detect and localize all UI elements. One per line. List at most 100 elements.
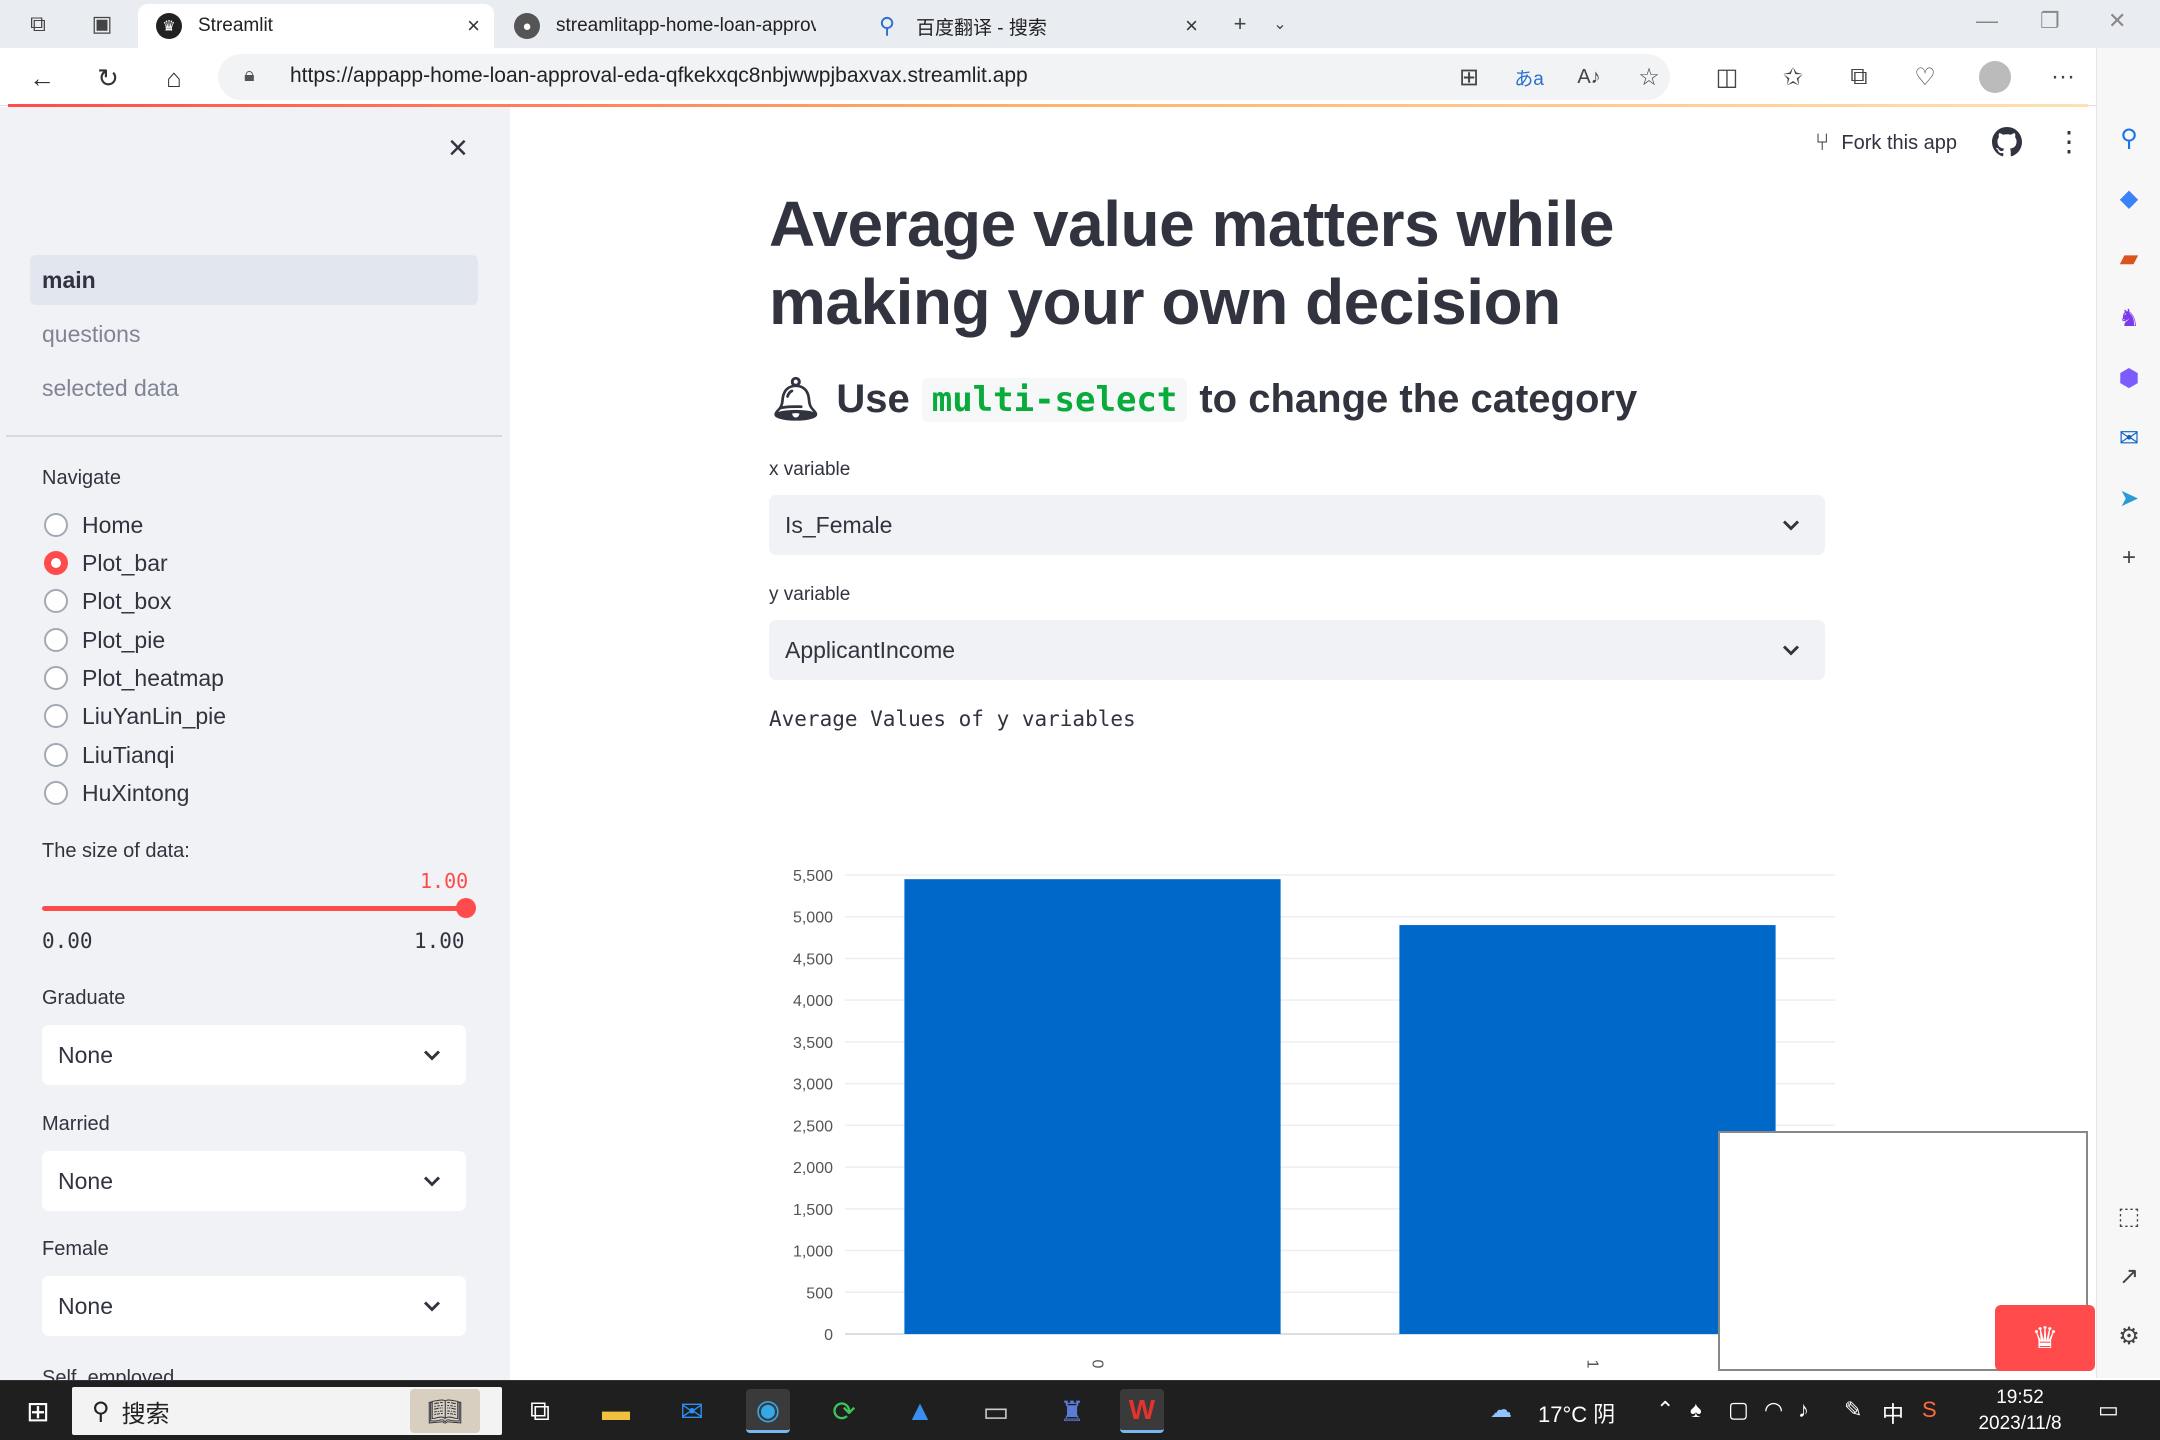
weather-text[interactable]: 17°C 阴 <box>1538 1397 1615 1429</box>
tray-chevron-icon[interactable]: ⌃ <box>1656 1397 1674 1423</box>
select-value: Is_Female <box>785 511 893 538</box>
tab-github[interactable]: ● streamlitapp-home-loan-approv <box>496 4 852 48</box>
more-options-icon[interactable]: ··· <box>2044 58 2082 96</box>
female-select[interactable]: None <box>42 1276 466 1336</box>
sidebar-page-main[interactable]: main <box>30 255 478 305</box>
task-view-icon[interactable]: ⧉ <box>518 1389 562 1433</box>
lock-icon[interactable]: 🔒︎ <box>244 64 255 87</box>
main-menu-icon[interactable]: ⋮ <box>2055 125 2083 158</box>
radio-plot-heatmap[interactable]: Plot_heatmap <box>44 661 224 695</box>
x-variable-select[interactable]: Is_Female <box>769 495 1825 555</box>
terminal-icon[interactable]: ▭ <box>974 1389 1018 1433</box>
tab-baidu-translate[interactable]: ⚲ 百度翻译 - 搜索 × <box>856 4 1212 48</box>
radio-circle[interactable] <box>44 628 68 652</box>
search-favicon-icon: ⚲ <box>878 13 896 38</box>
radio-label: LiuYanLin_pie <box>82 702 227 729</box>
refresh-icon[interactable]: ↻ <box>90 60 126 96</box>
sync-app-icon[interactable]: ⟳ <box>822 1389 866 1433</box>
read-aloud-icon[interactable]: A♪ <box>1570 58 1608 96</box>
radio-huxintong[interactable]: HuXintong <box>44 776 189 810</box>
drop-icon[interactable]: ➤ <box>2113 482 2145 514</box>
open-external-icon[interactable]: ↗ <box>2113 1260 2145 1292</box>
sidebar-page-questions[interactable]: questions <box>30 309 478 359</box>
search-icon[interactable]: ⚲ <box>2113 122 2145 154</box>
radio-liuyanlin-pie[interactable]: LiuYanLin_pie <box>44 699 226 733</box>
settings-gear-icon[interactable]: ⚙ <box>2113 1320 2145 1352</box>
sogou-ime-icon[interactable]: S <box>1922 1397 1937 1423</box>
browser-essentials-icon[interactable]: ♡ <box>1906 58 1944 96</box>
close-icon[interactable]: × <box>1185 13 1198 39</box>
outlook-icon[interactable]: ✉ <box>2113 422 2145 454</box>
streamlit-badge-icon[interactable]: ♛ <box>1995 1305 2095 1371</box>
new-tab-icon[interactable]: + <box>1220 6 1260 42</box>
app-available-icon[interactable]: ⊞ <box>1450 58 1488 96</box>
radio-label: LiuTianqi <box>82 741 175 768</box>
edge-browser-icon[interactable]: ◉ <box>746 1389 790 1433</box>
select-value: None <box>58 1041 113 1068</box>
vertical-tabs-icon[interactable]: ▣ <box>82 6 122 42</box>
profile-avatar[interactable] <box>1976 58 2014 96</box>
favorites-icon[interactable]: ✩ <box>1774 58 1812 96</box>
wifi-icon[interactable]: ◠ <box>1764 1397 1783 1423</box>
split-screen-icon[interactable]: ◫ <box>1708 58 1746 96</box>
chevron-down-icon <box>423 1050 441 1061</box>
close-icon[interactable]: × <box>467 13 480 39</box>
tray-app-icon[interactable]: ♠ <box>1690 1397 1702 1423</box>
sidebar-page-selected-data[interactable]: selected data <box>30 363 478 413</box>
windows-start-icon[interactable]: ⊞ <box>16 1389 60 1433</box>
window-close-icon[interactable]: ✕ <box>2108 8 2126 34</box>
screenshot-icon[interactable]: ⬚ <box>2113 1200 2145 1232</box>
fork-app-button[interactable]: ⑂ Fork this app <box>1815 129 1957 157</box>
slider-thumb[interactable] <box>456 898 476 918</box>
photos-app-icon[interactable]: ▲ <box>898 1389 942 1433</box>
app-icon[interactable]: ♜ <box>1050 1389 1094 1433</box>
shopping-tag-icon[interactable]: ◆ <box>2113 182 2145 214</box>
github-icon[interactable] <box>1992 127 2022 157</box>
wps-office-icon[interactable]: W <box>1120 1389 1164 1433</box>
radio-plot-box[interactable]: Plot_box <box>44 584 172 618</box>
graduate-select[interactable]: None <box>42 1025 466 1085</box>
radio-circle[interactable] <box>44 513 68 537</box>
radio-circle[interactable] <box>44 743 68 767</box>
translate-icon[interactable]: あa <box>1510 58 1548 96</box>
radio-circle-selected[interactable] <box>44 551 68 575</box>
browser-tab-bar: ⧉ ▣ ♛ Streamlit × ● streamlitapp-home-lo… <box>0 0 2160 48</box>
radio-plot-pie[interactable]: Plot_pie <box>44 623 165 657</box>
radio-plot-bar[interactable]: Plot_bar <box>44 546 168 580</box>
weather-icon[interactable]: ☁ <box>1490 1397 1512 1423</box>
notification-icon[interactable]: ▭ <box>2098 1397 2119 1423</box>
games-icon[interactable]: ♞ <box>2113 302 2145 334</box>
radio-circle[interactable] <box>44 589 68 613</box>
taskbar-clock[interactable]: 19:52 2023/11/8 <box>1960 1385 2080 1437</box>
tools-icon[interactable]: ▰ <box>2113 242 2145 274</box>
meet-icon[interactable]: ▢ <box>1728 1397 1749 1423</box>
radio-circle[interactable] <box>44 666 68 690</box>
data-size-slider-track[interactable] <box>42 906 466 911</box>
back-icon[interactable]: ← <box>24 60 60 96</box>
married-select[interactable]: None <box>42 1151 466 1211</box>
tab-streamlit[interactable]: ♛ Streamlit × <box>138 4 494 48</box>
favorite-star-icon[interactable]: ☆ <box>1630 58 1668 96</box>
volume-icon[interactable]: ♪ <box>1798 1397 1809 1423</box>
pen-icon[interactable]: ✎ <box>1844 1397 1862 1423</box>
y-variable-select[interactable]: ApplicantIncome <box>769 620 1825 680</box>
close-sidebar-icon[interactable]: × <box>448 129 468 168</box>
add-icon[interactable]: + <box>2113 542 2145 574</box>
file-explorer-icon[interactable]: ▬ <box>594 1389 638 1433</box>
radio-home[interactable]: Home <box>44 508 143 542</box>
radio-circle[interactable] <box>44 704 68 728</box>
search-highlight-image-icon[interactable]: 📖︎ <box>410 1389 480 1433</box>
radio-circle[interactable] <box>44 781 68 805</box>
collections-icon[interactable]: ⧉ <box>1840 58 1878 96</box>
tab-list-chevron-icon[interactable]: ⌄ <box>1260 6 1300 42</box>
workspaces-icon[interactable]: ⧉ <box>18 6 58 42</box>
microsoft365-icon[interactable]: ⬢ <box>2113 362 2145 394</box>
minimize-icon[interactable]: — <box>1976 8 1998 34</box>
x-variable-label: x variable <box>769 459 851 480</box>
mail-icon[interactable]: ✉ <box>670 1389 714 1433</box>
radio-liutianqi[interactable]: LiuTianqi <box>44 738 174 772</box>
home-icon[interactable]: ⌂ <box>156 60 192 96</box>
restore-icon[interactable]: ❐ <box>2040 8 2060 34</box>
y-tick-label: 3,000 <box>793 1077 833 1094</box>
ime-indicator[interactable]: 中 <box>1882 1397 1904 1429</box>
